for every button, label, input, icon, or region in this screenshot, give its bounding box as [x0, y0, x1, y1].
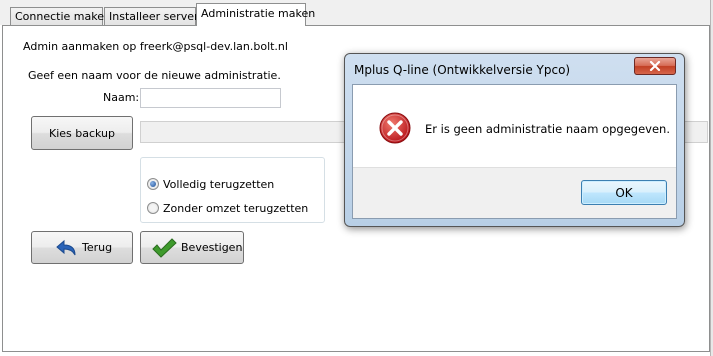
- tab-strip: Connectie maken Installeer server Admini…: [0, 0, 713, 26]
- dialog-title: Mplus Q-line (Ontwikkelversie Ypco): [354, 63, 571, 77]
- ok-label: OK: [615, 185, 633, 200]
- bevestigen-label: Bevestigen: [181, 241, 243, 254]
- dialog-close-button[interactable]: [634, 57, 676, 75]
- checkmark-icon: [152, 237, 177, 258]
- radio-volledig-terugzetten[interactable]: [147, 178, 159, 190]
- dialog-message: Er is geen administratie naam opgegeven.: [425, 122, 670, 136]
- back-arrow-icon: [56, 239, 76, 255]
- ok-button[interactable]: OK: [581, 180, 667, 205]
- dialog-client-area: Er is geen administratie naam opgegeven.…: [352, 84, 677, 219]
- radio-label-zonder-omzet: Zonder omzet terugzetten: [163, 202, 309, 215]
- terug-button[interactable]: Terug: [31, 231, 133, 264]
- kies-backup-label: Kies backup: [48, 126, 116, 140]
- tab-label: Administratie maken: [201, 7, 316, 20]
- terug-label: Terug: [82, 241, 113, 254]
- close-icon: [649, 61, 661, 71]
- bevestigen-button[interactable]: Bevestigen: [140, 231, 244, 264]
- radio-selected-dot: [150, 181, 156, 187]
- tab-label: Connectie maken: [15, 10, 111, 23]
- error-icon: [379, 112, 411, 144]
- error-dialog: Mplus Q-line (Ontwikkelversie Ypco) Er i…: [344, 53, 685, 227]
- radio-label-volledig: Volledig terugzetten: [163, 178, 275, 191]
- dialog-footer: OK: [353, 167, 676, 218]
- tab-connectie-maken[interactable]: Connectie maken: [10, 7, 111, 25]
- name-label: Naam:: [103, 91, 140, 104]
- tab-installeer-server[interactable]: Installeer server: [104, 7, 199, 25]
- kies-backup-button[interactable]: Kies backup: [31, 116, 133, 150]
- tab-label: Installeer server: [109, 10, 199, 23]
- radio-zonder-omzet[interactable]: [147, 202, 159, 214]
- tab-administratie-maken[interactable]: Administratie maken: [196, 3, 315, 26]
- name-input[interactable]: [140, 88, 281, 108]
- admin-info-text: Admin aanmaken op freerk@psql-dev.lan.bo…: [23, 40, 288, 53]
- name-prompt-text: Geef een naam voor de nieuwe administrat…: [28, 69, 281, 82]
